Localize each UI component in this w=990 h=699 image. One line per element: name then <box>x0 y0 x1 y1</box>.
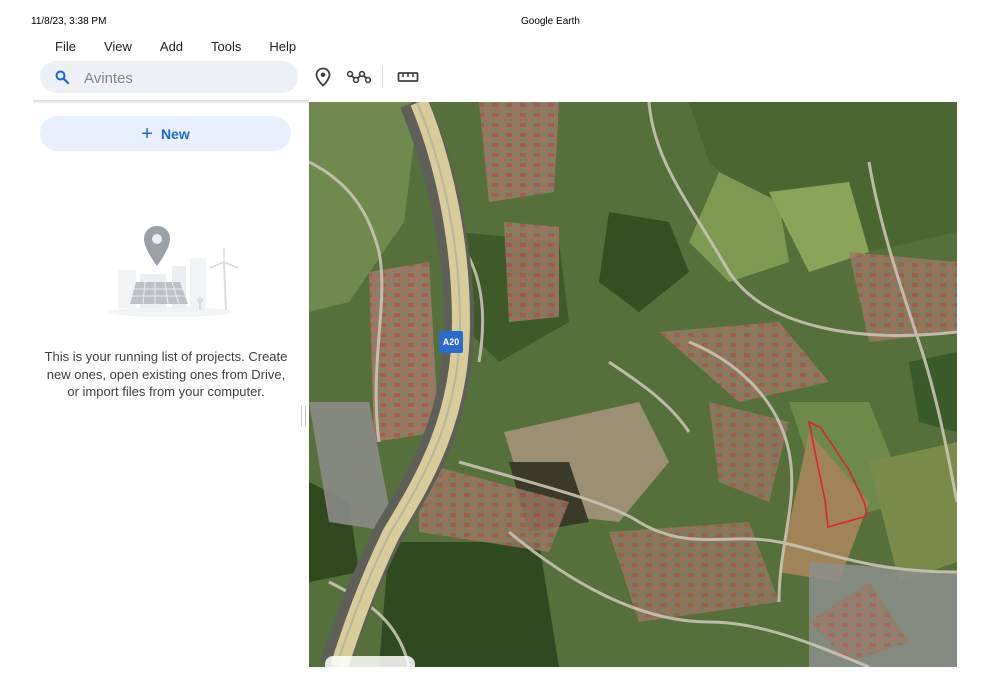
toolbar-divider <box>382 66 383 88</box>
search-bar[interactable] <box>40 61 298 93</box>
placemark-icon[interactable] <box>312 66 334 88</box>
menu-view[interactable]: View <box>104 39 132 54</box>
empty-projects-message: This is your running list of projects. C… <box>44 349 288 399</box>
menu-file[interactable]: File <box>55 39 76 54</box>
search-input[interactable] <box>82 68 286 88</box>
satellite-map[interactable] <box>309 102 957 667</box>
path-icon[interactable] <box>346 66 372 88</box>
page-title: Google Earth <box>521 16 580 27</box>
menu-add[interactable]: Add <box>160 39 183 54</box>
menu-bar: File View Add Tools Help <box>55 39 324 54</box>
menu-help[interactable]: Help <box>269 39 296 54</box>
panel-divider <box>33 100 309 104</box>
plus-icon: + <box>141 122 153 145</box>
new-project-label: New <box>160 125 190 142</box>
print-date: 11/8/23, 3:38 PM <box>31 16 107 27</box>
map-controls-tab[interactable] <box>325 656 415 670</box>
road-shield-label: A20 <box>439 331 463 353</box>
new-project-button[interactable]: + New <box>40 116 291 151</box>
menu-tools[interactable]: Tools <box>211 39 241 54</box>
search-icon <box>54 69 70 85</box>
empty-projects-illustration <box>100 222 250 322</box>
panel-resize-handle[interactable] <box>301 406 306 426</box>
ruler-icon[interactable] <box>396 66 420 88</box>
